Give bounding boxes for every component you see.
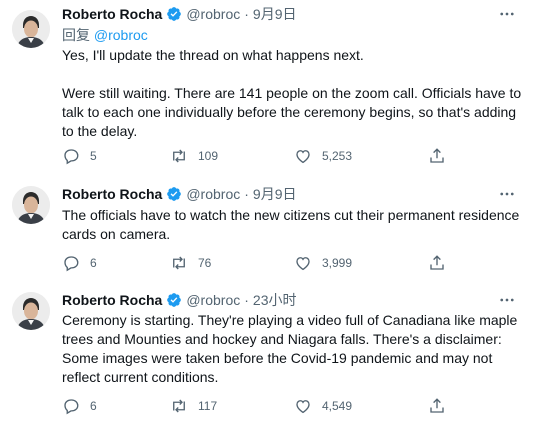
tweet-2[interactable]: Roberto Rocha @robroc · 9月9日 The officia… bbox=[0, 176, 534, 282]
time-separator: · bbox=[244, 6, 249, 22]
retweet-button[interactable]: 117 bbox=[170, 396, 217, 416]
share-button[interactable] bbox=[428, 146, 456, 166]
tweet-header: Roberto Rocha @robroc · 9月9日 bbox=[62, 4, 297, 24]
tweet-actions: 5 109 5,253 bbox=[62, 146, 452, 166]
author-handle[interactable]: @robroc bbox=[186, 186, 240, 202]
reply-count: 6 bbox=[90, 256, 97, 270]
like-icon bbox=[296, 257, 310, 271]
retweet-icon bbox=[173, 256, 185, 270]
timestamp[interactable]: 9月9日 bbox=[253, 184, 297, 204]
retweet-button[interactable]: 76 bbox=[170, 253, 211, 273]
share-icon bbox=[430, 398, 444, 413]
tweet-actions: 6 76 3,999 bbox=[62, 253, 452, 273]
time-separator: · bbox=[244, 292, 249, 308]
retweet-count: 76 bbox=[198, 256, 212, 270]
tweet-header: Roberto Rocha @robroc · 9月9日 bbox=[62, 184, 297, 204]
like-icon bbox=[296, 400, 310, 414]
like-button[interactable]: 5,253 bbox=[294, 146, 352, 166]
share-button[interactable] bbox=[428, 253, 456, 273]
avatar[interactable] bbox=[12, 292, 50, 330]
time-separator: · bbox=[244, 186, 249, 202]
more-options-icon[interactable] bbox=[496, 3, 518, 25]
reply-button[interactable]: 5 bbox=[62, 146, 97, 166]
tweet-1[interactable]: Roberto Rocha @robroc · 9月9日 回复 @robroc … bbox=[0, 0, 534, 176]
retweet-icon bbox=[173, 399, 185, 413]
avatar[interactable] bbox=[12, 10, 50, 48]
reply-prefix: 回复 bbox=[62, 27, 90, 43]
reply-icon bbox=[64, 149, 79, 165]
tweet-text: Yes, I'll update the thread on what happ… bbox=[62, 47, 522, 139]
author-handle[interactable]: @robroc bbox=[186, 292, 240, 308]
tweet-text: Ceremony is starting. They're playing a … bbox=[62, 312, 518, 385]
reply-to-handle[interactable]: @robroc bbox=[94, 27, 148, 43]
author-name[interactable]: Roberto Rocha bbox=[62, 186, 162, 202]
like-count: 5,253 bbox=[322, 149, 353, 163]
share-button[interactable] bbox=[428, 396, 456, 416]
reply-icon bbox=[64, 256, 79, 272]
verified-badge-icon bbox=[166, 186, 182, 202]
retweet-count: 109 bbox=[198, 149, 219, 163]
like-icon bbox=[296, 150, 310, 164]
reply-button[interactable]: 6 bbox=[62, 396, 97, 416]
like-button[interactable]: 4,549 bbox=[294, 396, 352, 416]
author-name[interactable]: Roberto Rocha bbox=[62, 292, 162, 308]
retweet-count: 117 bbox=[198, 399, 218, 413]
author-handle[interactable]: @robroc bbox=[186, 6, 240, 22]
reply-count: 5 bbox=[90, 149, 97, 163]
tweet-3[interactable]: Roberto Rocha @robroc · 23小时 Ceremony is… bbox=[0, 282, 534, 427]
author-name[interactable]: Roberto Rocha bbox=[62, 6, 162, 22]
like-button[interactable]: 3,999 bbox=[294, 253, 352, 273]
reply-button[interactable]: 6 bbox=[62, 253, 97, 273]
share-icon bbox=[430, 148, 444, 163]
retweet-icon bbox=[173, 149, 185, 163]
avatar[interactable] bbox=[12, 186, 50, 224]
like-count: 3,999 bbox=[322, 256, 353, 270]
reply-icon bbox=[64, 399, 79, 415]
reply-count: 6 bbox=[90, 399, 97, 413]
retweet-button[interactable]: 109 bbox=[170, 146, 218, 166]
share-icon bbox=[430, 255, 444, 270]
timeline: Roberto Rocha @robroc · 9月9日 回复 @robroc … bbox=[0, 0, 534, 427]
verified-badge-icon bbox=[166, 6, 182, 22]
replying-to: 回复 @robroc bbox=[62, 25, 148, 45]
more-options-icon[interactable] bbox=[496, 183, 518, 205]
tweet-actions: 6 117 4,549 bbox=[62, 396, 452, 416]
tweet-text: The officials have to watch the new citi… bbox=[62, 207, 520, 242]
timestamp[interactable]: 9月9日 bbox=[253, 4, 297, 24]
verified-badge-icon bbox=[166, 292, 182, 308]
like-count: 4,549 bbox=[322, 399, 353, 413]
tweet-header: Roberto Rocha @robroc · 23小时 bbox=[62, 290, 297, 310]
timestamp[interactable]: 23小时 bbox=[253, 290, 297, 310]
more-options-icon[interactable] bbox=[496, 289, 518, 311]
